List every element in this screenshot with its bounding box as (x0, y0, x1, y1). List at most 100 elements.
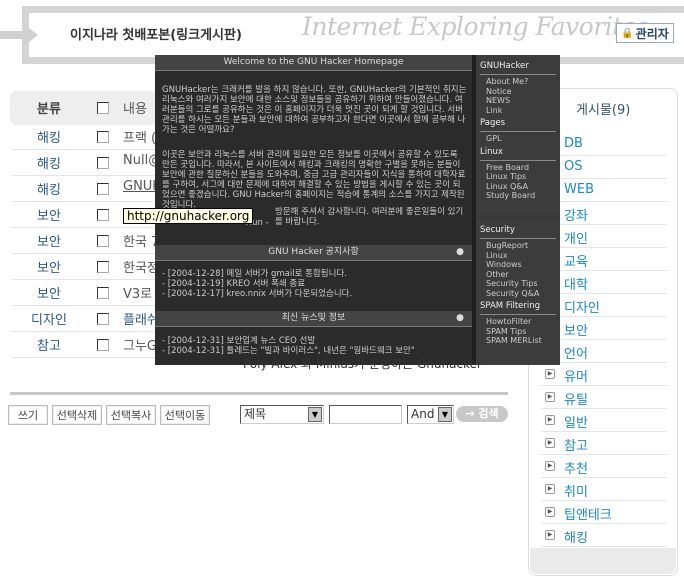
row-checkbox[interactable] (97, 209, 109, 221)
sidebar-footer (530, 548, 676, 574)
play-bullet-icon: ▶ (545, 415, 555, 425)
sidebar-category-label: 일반 (564, 416, 588, 431)
preview-side-heading: Security (480, 222, 556, 239)
col-content: 내용 (123, 102, 147, 117)
preview-side-link: Security Tips (486, 279, 538, 288)
notice-title: GNU Hacker 공지사항 (268, 247, 359, 257)
link-tooltip: http://gnuhacker.org (123, 208, 254, 224)
news-bar: 최신 뉴스및 정보 ● (155, 311, 472, 327)
sidebar-category-label: 참고 (564, 439, 588, 454)
sidebar-category-item[interactable]: ▶ 참고 (541, 432, 667, 455)
move-selected-button[interactable]: 선택이동 (160, 405, 210, 425)
play-bullet-icon: ▶ (545, 484, 555, 494)
preview-list-item: - [2004-12-19] KREO 서버 폭쇄 종료 (162, 279, 306, 289)
row-checkbox[interactable] (97, 183, 109, 195)
preview-side-link: Notice (486, 86, 512, 96)
row-category[interactable]: 참고 (14, 335, 84, 354)
preview-intro: - Hun - (240, 218, 269, 228)
preview-side-link: Windows (486, 260, 522, 269)
news-title: 최신 뉴스및 정보 (281, 313, 346, 323)
preview-side-link: NEWS (486, 96, 511, 105)
row-checkbox[interactable] (97, 287, 109, 299)
search-input[interactable] (329, 405, 402, 424)
sidebar-category-label: 팁앤테크 (564, 508, 612, 523)
search-op-select[interactable]: And ▼ (407, 405, 454, 424)
play-bullet-icon: ▶ (545, 530, 555, 540)
sidebar-category-item[interactable]: ▶ 해킹 (541, 524, 667, 547)
row-checkbox[interactable] (97, 313, 109, 325)
sidebar-title: 게시물(9) (576, 103, 631, 118)
preview-title-bar: Welcome to the GNU Hacker Homepage (155, 55, 472, 71)
preview-side-link: Linux (486, 250, 508, 260)
row-category[interactable]: 보안 (14, 231, 84, 250)
play-bullet-icon: ▶ (545, 461, 555, 471)
page-title: 이지나라 첫배포본(링크게시판) (70, 28, 242, 43)
delete-selected-button[interactable]: 선택삭제 (52, 405, 102, 425)
sidebar-category-item[interactable]: ▶ 취미 (541, 478, 667, 501)
row-content-link[interactable]: 한국 7 (123, 231, 159, 250)
row-content-link[interactable]: 프랙 ( (123, 127, 156, 146)
sidebar-category-item[interactable]: ▶ 팁앤테크 (541, 501, 667, 524)
copy-selected-button[interactable]: 선택복사 (106, 405, 156, 425)
row-category[interactable]: 해킹 (14, 153, 84, 172)
sidebar-category-label: 언어 (564, 347, 588, 362)
preview-side-link: HowtoFilter (486, 317, 532, 326)
lock-icon: 🔒 (621, 27, 634, 39)
sidebar-category-label: 대학 (564, 278, 588, 293)
sidebar-category-item[interactable]: ▶ 추천 (541, 455, 667, 478)
search-field-value: 제목 (244, 407, 267, 421)
preview-list-item: - [2004-12-17] kreo.nnix 서버가 다운되었습니다. (162, 289, 353, 299)
sidebar-category-item[interactable]: ▶ 일반 (541, 409, 667, 432)
preview-side-link: Study Board (486, 191, 536, 200)
preview-intro: 이곳은 보안과 리눅스를 서버 관리에 필요한 모든 정보를 이곳에서 공유할 … (162, 150, 466, 210)
sidebar-category-label: 디자인 (564, 301, 600, 316)
row-category[interactable]: 보안 (14, 283, 84, 302)
sidebar-category-label: 보안 (564, 324, 588, 339)
row-category[interactable]: 디자인 (14, 309, 84, 328)
info-icon: ● (456, 313, 464, 323)
search-label: 검색 (478, 407, 499, 420)
preview-side-link: Security Q&A (486, 288, 540, 298)
preview-side-link: BugReport (486, 241, 529, 250)
sidebar-category-item[interactable]: ▶ 유틸 (541, 386, 667, 409)
sidebar-category-label: 교육 (564, 255, 588, 270)
row-category[interactable]: 해킹 (14, 127, 84, 146)
row-category[interactable]: 보안 (14, 257, 84, 276)
play-bullet-icon: ▶ (545, 438, 555, 448)
row-content-link[interactable]: 한국정 (123, 257, 159, 276)
row-category[interactable]: 보안 (14, 205, 84, 224)
row-content-link[interactable]: 플래쉬 (123, 309, 159, 328)
sidebar-category-label: 강좌 (564, 209, 588, 224)
row-checkbox[interactable] (97, 339, 109, 351)
chevron-down-icon: ▼ (438, 407, 452, 422)
row-checkbox[interactable] (97, 235, 109, 247)
row-checkbox[interactable] (97, 131, 109, 143)
search-button[interactable]: → 검색 (456, 406, 508, 422)
preview-side-link: Link (486, 105, 503, 115)
preview-side-link: Other (486, 269, 509, 279)
preview-list-item: - [2004-12-31] 보안업계 뉴스 CEO 선발 (162, 336, 316, 346)
info-icon: ● (456, 247, 464, 257)
preview-sidebar: GNUHacker About Me? Notice NEWS Link Pages GPL… (476, 55, 560, 365)
preview-side-link: SPAM MERList (486, 336, 542, 345)
preview-list-item: - [2004-12-28] 메일 서버가 gmail로 통합됩니다. (162, 269, 347, 279)
preview-side-link: Linux Q&A (486, 181, 529, 191)
search-op-value: And (411, 407, 435, 421)
row-checkbox[interactable] (97, 157, 109, 169)
preview-intro: GNUHacker는 크래커를 발을 하지 않습니다. 또한, GNUHacke… (162, 85, 467, 135)
select-all-checkbox[interactable] (97, 102, 109, 114)
arrow-icon (0, 24, 38, 46)
preview-side-link: SPAM Tips (486, 326, 527, 336)
play-bullet-icon: ▶ (545, 507, 555, 517)
row-checkbox[interactable] (97, 261, 109, 273)
row-category[interactable]: 해킹 (14, 179, 84, 198)
preview-side-heading: Pages (480, 115, 556, 132)
search-field-select[interactable]: 제목 ▼ (240, 405, 324, 424)
sidebar-category-item[interactable]: ▶ 유머 (541, 363, 667, 386)
sidebar-category-label: WEB (564, 182, 594, 197)
admin-button[interactable]: 🔒 관리자 (616, 23, 674, 43)
row-content-link[interactable]: 그누G (123, 335, 157, 354)
play-bullet-icon: ▶ (545, 369, 555, 379)
write-button[interactable]: 쓰기 (8, 405, 48, 425)
preview-side-link: Free Board (486, 162, 530, 172)
